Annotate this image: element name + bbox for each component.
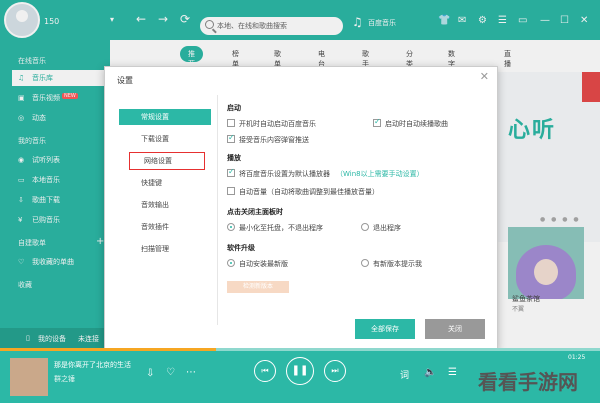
- play-time: 01:25: [568, 354, 586, 361]
- dialog-title: 设置: [117, 76, 133, 85]
- checkbox-label: 接受音乐内容弹窗推送: [239, 136, 309, 144]
- save-all-button[interactable]: 全部保存: [355, 319, 415, 339]
- settings-nav-label: 网络设置: [144, 157, 172, 165]
- volume-icon[interactable]: 🔈: [424, 367, 436, 378]
- minimize-to-tray-radio[interactable]: 最小化至托盘，不退出程序: [227, 223, 323, 233]
- download-icon[interactable]: ⇩: [146, 368, 154, 379]
- lyrics-icon[interactable]: 词: [400, 368, 409, 381]
- checkbox-box: [227, 187, 235, 195]
- settings-dialog: 设置 ✕ 常规设置 下载设置 网络设置 快捷键 音效输出 音效插件 扫描管理 启…: [104, 66, 498, 350]
- radio-dot: [361, 223, 369, 231]
- settings-nav-label: 快捷键: [141, 179, 162, 187]
- section-startup-title: 启动: [227, 104, 241, 112]
- heart-icon[interactable]: ♡: [166, 367, 175, 378]
- now-playing-cover[interactable]: [10, 358, 48, 396]
- settings-nav: 常规设置 下载设置 网络设置 快捷键 音效输出 音效插件 扫描管理: [113, 99, 223, 345]
- settings-nav-download[interactable]: 下载设置: [119, 131, 211, 147]
- close-icon[interactable]: ✕: [480, 70, 489, 83]
- radio-dot: [361, 259, 369, 267]
- push-popup-checkbox[interactable]: 接受音乐内容弹窗推送: [227, 133, 309, 145]
- settings-nav-network[interactable]: 网络设置: [129, 152, 205, 170]
- exit-program-radio[interactable]: 退出程序: [361, 223, 401, 233]
- song-title[interactable]: 那是你离开了北京的生活: [54, 360, 131, 370]
- progress-fill: [0, 348, 216, 351]
- radio-label: 最小化至托盘，不退出程序: [239, 224, 323, 232]
- settings-nav-general[interactable]: 常规设置: [119, 109, 211, 125]
- section-playback-title: 播放: [227, 154, 241, 162]
- radio-label: 有新版本提示我: [373, 260, 422, 268]
- checkbox-box: [373, 117, 381, 127]
- settings-nav-label: 音效插件: [141, 223, 169, 231]
- close-button[interactable]: 关闭: [425, 319, 485, 339]
- radio-label: 退出程序: [373, 224, 401, 232]
- dialog-divider: [217, 95, 218, 325]
- playlist-icon[interactable]: ☰: [448, 367, 457, 378]
- checkbox-box: [227, 133, 235, 143]
- radio-label: 自动安装最新版: [239, 260, 288, 268]
- settings-nav-audio-plugins[interactable]: 音效插件: [119, 219, 211, 235]
- more-icon[interactable]: ⋯: [186, 367, 196, 378]
- previous-icon: ⏮: [261, 366, 269, 375]
- settings-nav-label: 音效输出: [141, 201, 169, 209]
- artist-name[interactable]: 群之锤: [54, 374, 75, 384]
- default-player-checkbox[interactable]: 将百度音乐设置为默认播放器 （Win8以上需要手动设置）: [227, 167, 424, 179]
- checkbox-label: 开机时自动启动百度音乐: [239, 120, 316, 128]
- next-icon: ⏭: [331, 366, 339, 375]
- autostart-checkbox[interactable]: 开机时自动启动百度音乐: [227, 119, 316, 129]
- checkbox-box: [227, 119, 235, 127]
- progress-bar[interactable]: [0, 348, 600, 351]
- previous-button[interactable]: ⏮: [254, 360, 276, 382]
- auto-volume-checkbox[interactable]: 自动音量（自动将歌曲调整到最佳播放音量）: [227, 187, 379, 197]
- checkbox-label: 启动时自动续播歌曲: [385, 120, 448, 128]
- radio-dot: [227, 223, 235, 231]
- settings-nav-audio-output[interactable]: 音效输出: [119, 197, 211, 213]
- auto-install-radio[interactable]: 自动安装最新版: [227, 259, 288, 269]
- check-update-button[interactable]: 检测新版本: [227, 281, 289, 293]
- pause-icon: ❚❚: [291, 365, 309, 376]
- notify-new-version-radio[interactable]: 有新版本提示我: [361, 259, 422, 269]
- settings-nav-label: 常规设置: [141, 113, 169, 121]
- settings-nav-hotkeys[interactable]: 快捷键: [119, 175, 211, 191]
- pause-button[interactable]: ❚❚: [286, 357, 314, 385]
- settings-nav-scan[interactable]: 扫描管理: [119, 241, 211, 257]
- radio-dot: [227, 259, 235, 267]
- watermark: 看看手游网: [478, 370, 578, 394]
- next-button[interactable]: ⏭: [324, 360, 346, 382]
- section-upgrade-title: 软件升级: [227, 244, 255, 252]
- section-close-title: 点击关闭主面板时: [227, 208, 283, 216]
- checkbox-label: 自动音量（自动将歌曲调整到最佳播放音量）: [239, 188, 379, 196]
- resume-playback-checkbox[interactable]: 启动时自动续播歌曲: [373, 117, 448, 129]
- settings-panel: 启动 开机时自动启动百度音乐 启动时自动续播歌曲 接受音乐内容弹窗推送 播放 将…: [227, 95, 489, 335]
- settings-nav-label: 扫描管理: [141, 245, 169, 253]
- settings-nav-label: 下载设置: [141, 135, 169, 143]
- checkbox-box: [227, 167, 235, 177]
- win8-hint-link[interactable]: （Win8以上需要手动设置）: [336, 170, 424, 178]
- checkbox-label: 将百度音乐设置为默认播放器: [239, 170, 330, 178]
